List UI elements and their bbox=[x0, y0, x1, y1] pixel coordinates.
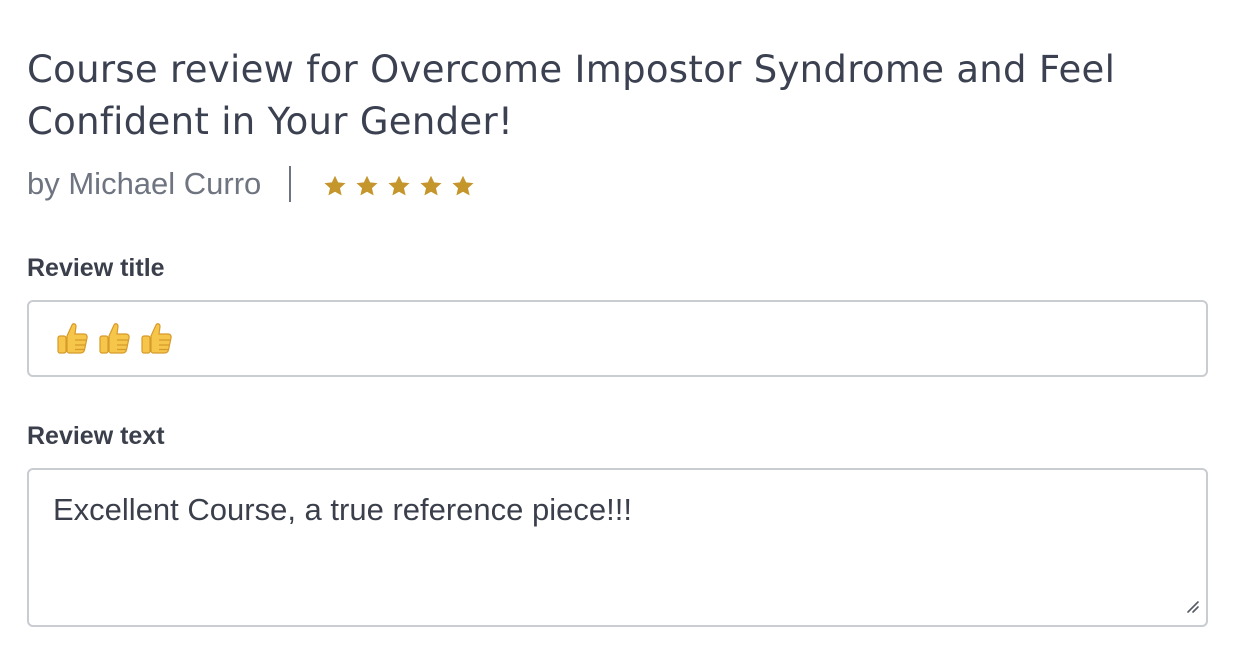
review-text-label: Review text bbox=[27, 422, 165, 450]
star-icon[interactable] bbox=[353, 173, 381, 199]
star-icon[interactable] bbox=[385, 173, 413, 199]
thumbs-up-icon bbox=[137, 319, 177, 359]
review-title-value bbox=[53, 319, 177, 359]
meta-divider bbox=[289, 166, 292, 202]
star-rating[interactable] bbox=[321, 173, 477, 199]
star-icon[interactable] bbox=[321, 173, 349, 199]
review-form: Course review for Overcome Impostor Synd… bbox=[27, 44, 1210, 627]
star-icon[interactable] bbox=[417, 173, 445, 199]
author-name: by Michael Curro bbox=[27, 166, 262, 201]
thumbs-up-icon bbox=[95, 319, 135, 359]
review-title-input[interactable] bbox=[27, 300, 1208, 377]
review-title-label: Review title bbox=[27, 254, 165, 282]
thumbs-up-icon bbox=[53, 319, 93, 359]
review-text-textarea[interactable]: Excellent Course, a true reference piece… bbox=[27, 468, 1208, 627]
star-icon[interactable] bbox=[449, 173, 477, 199]
review-meta: by Michael Curro bbox=[27, 164, 1210, 204]
review-text-value: Excellent Course, a true reference piece… bbox=[53, 492, 632, 527]
page-title: Course review for Overcome Impostor Synd… bbox=[27, 48, 1116, 143]
resize-handle-icon[interactable] bbox=[1184, 598, 1200, 619]
